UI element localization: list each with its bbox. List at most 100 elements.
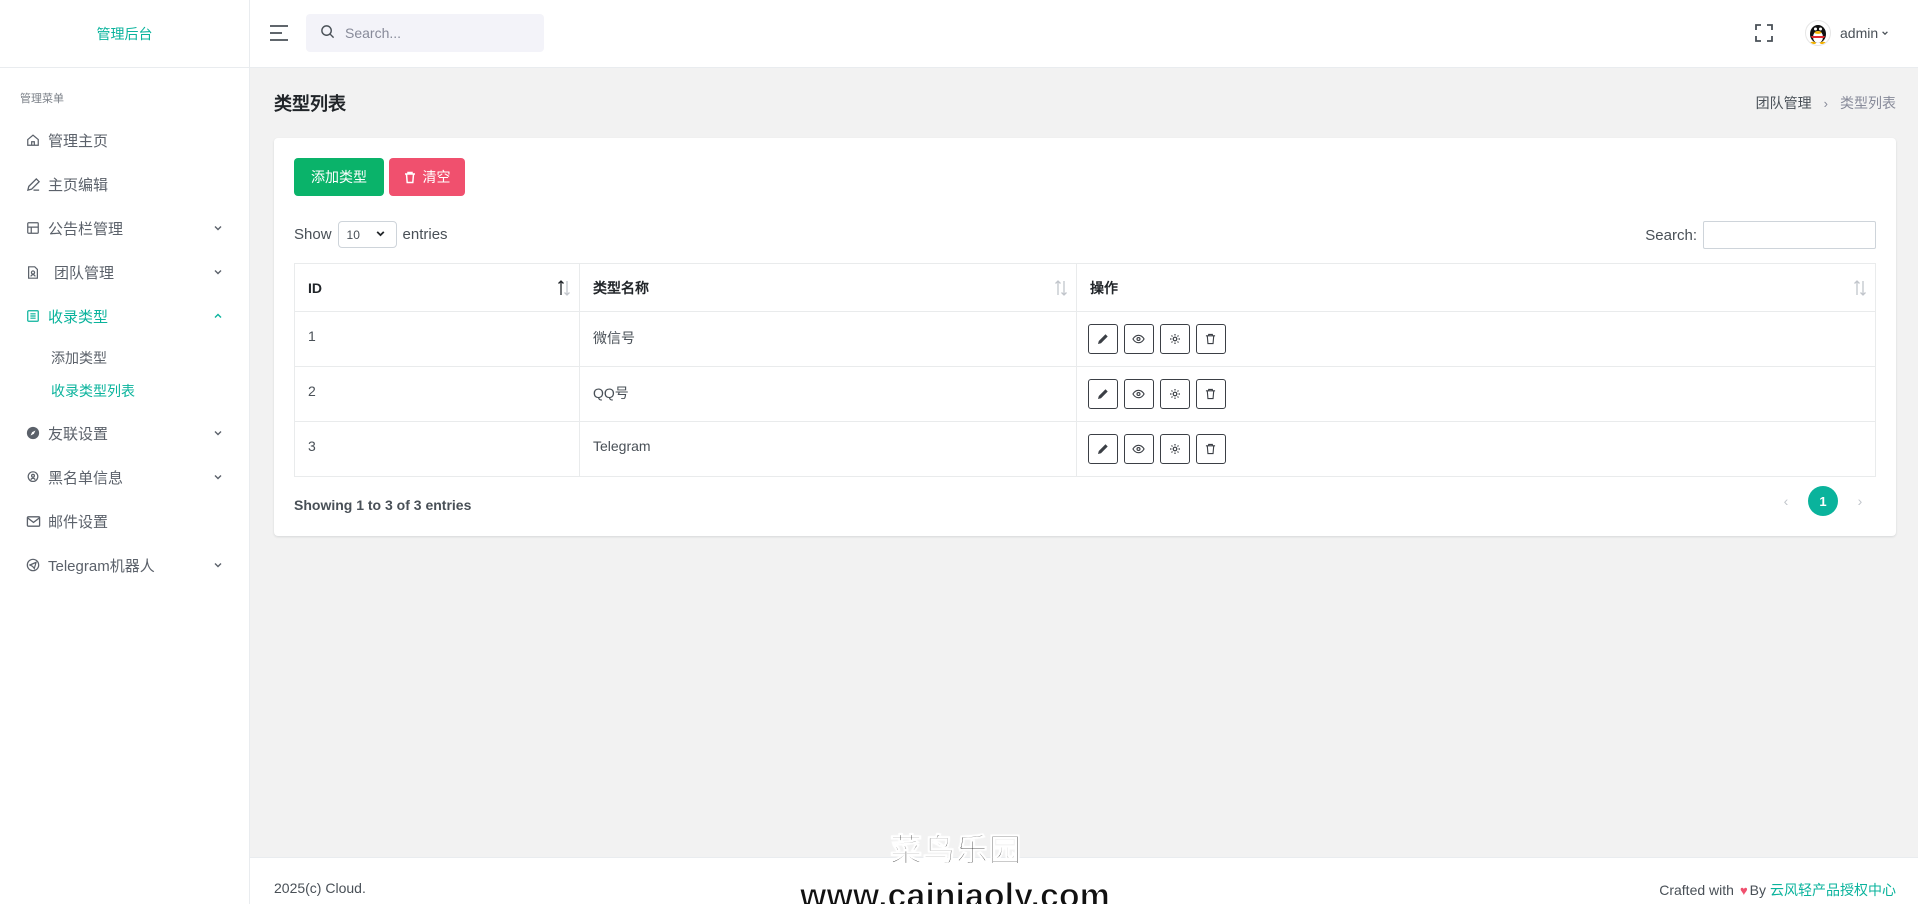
trash-icon: [1206, 388, 1216, 400]
by-text: By: [1749, 882, 1766, 898]
watermark-url: www.cainiaoly.com: [800, 877, 1111, 904]
cell-id: 3: [294, 421, 580, 477]
edit-button[interactable]: [1088, 324, 1118, 354]
user-menu[interactable]: admin: [1805, 17, 1889, 49]
subitem-add-type[interactable]: 添加类型: [0, 341, 249, 374]
list-icon: [25, 308, 41, 324]
settings-icon: [1169, 389, 1180, 399]
page-title: 类型列表: [274, 94, 346, 114]
delete-button[interactable]: [1195, 434, 1226, 464]
submenu-collection-type: 添加类型 收录类型列表: [0, 338, 249, 411]
sidebar-item-label: 邮件设置: [48, 513, 109, 531]
view-button[interactable]: [1123, 434, 1154, 464]
home-icon: [25, 132, 41, 148]
chevron-down-icon: [213, 267, 223, 277]
table-header-row: ID 类型名称 操作: [294, 263, 1876, 312]
cell-actions: [1076, 311, 1876, 367]
chevron-right-icon: ›: [1823, 95, 1828, 111]
watermark-title: 菜鸟乐园: [889, 832, 1023, 869]
sidebar-item-label: 公告栏管理: [48, 220, 124, 238]
previous-page-button[interactable]: ‹: [1776, 491, 1796, 511]
sidebar-item-collection-type[interactable]: 收录类型: [0, 294, 249, 338]
chevron-down-icon: [213, 560, 223, 570]
avatar: [1805, 20, 1831, 46]
sort-asc-icon: [557, 278, 571, 298]
settings-icon: [1169, 334, 1180, 344]
next-page-button[interactable]: ›: [1850, 491, 1870, 511]
settings-button[interactable]: [1159, 379, 1190, 409]
sidebar-item-home[interactable]: 管理主页: [0, 118, 249, 162]
sidebar-item-blacklist[interactable]: 黑名单信息: [0, 455, 249, 499]
type-list-card: 添加类型 清空 Show 10 entries Search: ID 类型名称: [274, 138, 1896, 536]
sidebar-item-label: 黑名单信息: [48, 469, 124, 487]
mail-icon: [25, 513, 41, 529]
brand-logo-text[interactable]: 管理后台: [97, 24, 153, 44]
column-header-label: 操作: [1090, 279, 1118, 296]
edit-button[interactable]: [1088, 379, 1118, 409]
breadcrumb-link[interactable]: 团队管理: [1756, 93, 1812, 113]
pencil-icon: [25, 176, 41, 192]
footer-link[interactable]: 云风轻产品授权中心: [1770, 880, 1896, 900]
telegram-icon: [25, 557, 41, 573]
edit-button[interactable]: [1088, 434, 1118, 464]
sidebar-item-notice-board[interactable]: 公告栏管理: [0, 206, 249, 250]
table-info: Showing 1 to 3 of 3 entries: [294, 497, 472, 513]
pagination: ‹ 1 ›: [1770, 486, 1876, 516]
clear-button[interactable]: 清空: [389, 158, 465, 196]
sidebar-item-friend-links[interactable]: 友联设置: [0, 411, 249, 455]
delete-button[interactable]: [1195, 324, 1226, 354]
cell-actions: [1076, 421, 1876, 477]
column-header-id[interactable]: ID: [294, 263, 580, 312]
footer-copyright: 2025(c) Cloud.: [274, 880, 366, 896]
search-icon: [320, 24, 335, 42]
menu-title: 管理菜单: [20, 93, 64, 105]
compass-icon: [25, 425, 41, 441]
brand[interactable]: 管理后台: [0, 0, 249, 68]
sidebar-item-label: Telegram机器人: [48, 557, 155, 575]
topbar: admin: [250, 0, 1918, 68]
add-type-button[interactable]: 添加类型: [294, 158, 384, 196]
clear-button-label: 清空: [422, 169, 451, 185]
column-header-label: ID: [308, 279, 322, 296]
delete-button[interactable]: [1195, 379, 1226, 409]
search-input[interactable]: [345, 25, 535, 41]
entries-label: entries: [402, 226, 448, 243]
chevron-down-icon: [213, 472, 223, 482]
fullscreen-icon[interactable]: [1754, 23, 1776, 45]
cell-id: 1: [294, 311, 580, 367]
column-header-name[interactable]: 类型名称: [579, 263, 1077, 312]
breadcrumb-current: 类型列表: [1840, 95, 1896, 111]
eye-icon: [1132, 444, 1146, 454]
table-row: 1 微信号: [294, 311, 1876, 367]
topbar-search[interactable]: [306, 14, 544, 52]
footer-credits: Crafted with ♥ By 云风轻产品授权中心: [1659, 880, 1896, 900]
column-header-actions[interactable]: 操作: [1076, 263, 1876, 312]
eye-icon: [1132, 334, 1146, 344]
filter-label: Search:: [1645, 226, 1697, 244]
settings-button[interactable]: [1159, 434, 1190, 464]
trash-icon: [1206, 333, 1216, 345]
sidebar-item-telegram-bot[interactable]: Telegram机器人: [0, 543, 249, 587]
hamburger-menu-icon[interactable]: [268, 23, 290, 43]
sidebar-item-label: 团队管理: [54, 264, 115, 282]
trash-icon: [404, 171, 415, 183]
sidebar-item-label: 管理主页: [48, 132, 109, 150]
view-button[interactable]: [1123, 379, 1154, 409]
filter-input[interactable]: [1703, 221, 1876, 249]
crafted-text: Crafted with: [1659, 882, 1734, 898]
sidebar-item-home-edit[interactable]: 主页编辑: [0, 162, 249, 206]
board-icon: [25, 220, 41, 236]
table-row: 2 QQ号: [294, 366, 1876, 422]
subitem-type-list[interactable]: 收录类型列表: [0, 374, 249, 407]
cell-actions: [1076, 366, 1876, 422]
sidebar-item-team[interactable]: 团队管理: [0, 250, 249, 294]
location-icon: [25, 469, 41, 485]
view-button[interactable]: [1123, 324, 1154, 354]
chevron-down-icon: [213, 428, 223, 438]
chevron-down-icon: [213, 223, 223, 233]
show-label: Show: [294, 226, 332, 243]
page-button-current[interactable]: 1: [1808, 486, 1838, 516]
settings-button[interactable]: [1159, 324, 1190, 354]
sidebar-item-mail-settings[interactable]: 邮件设置: [0, 499, 249, 543]
entries-select[interactable]: 10: [337, 221, 397, 248]
